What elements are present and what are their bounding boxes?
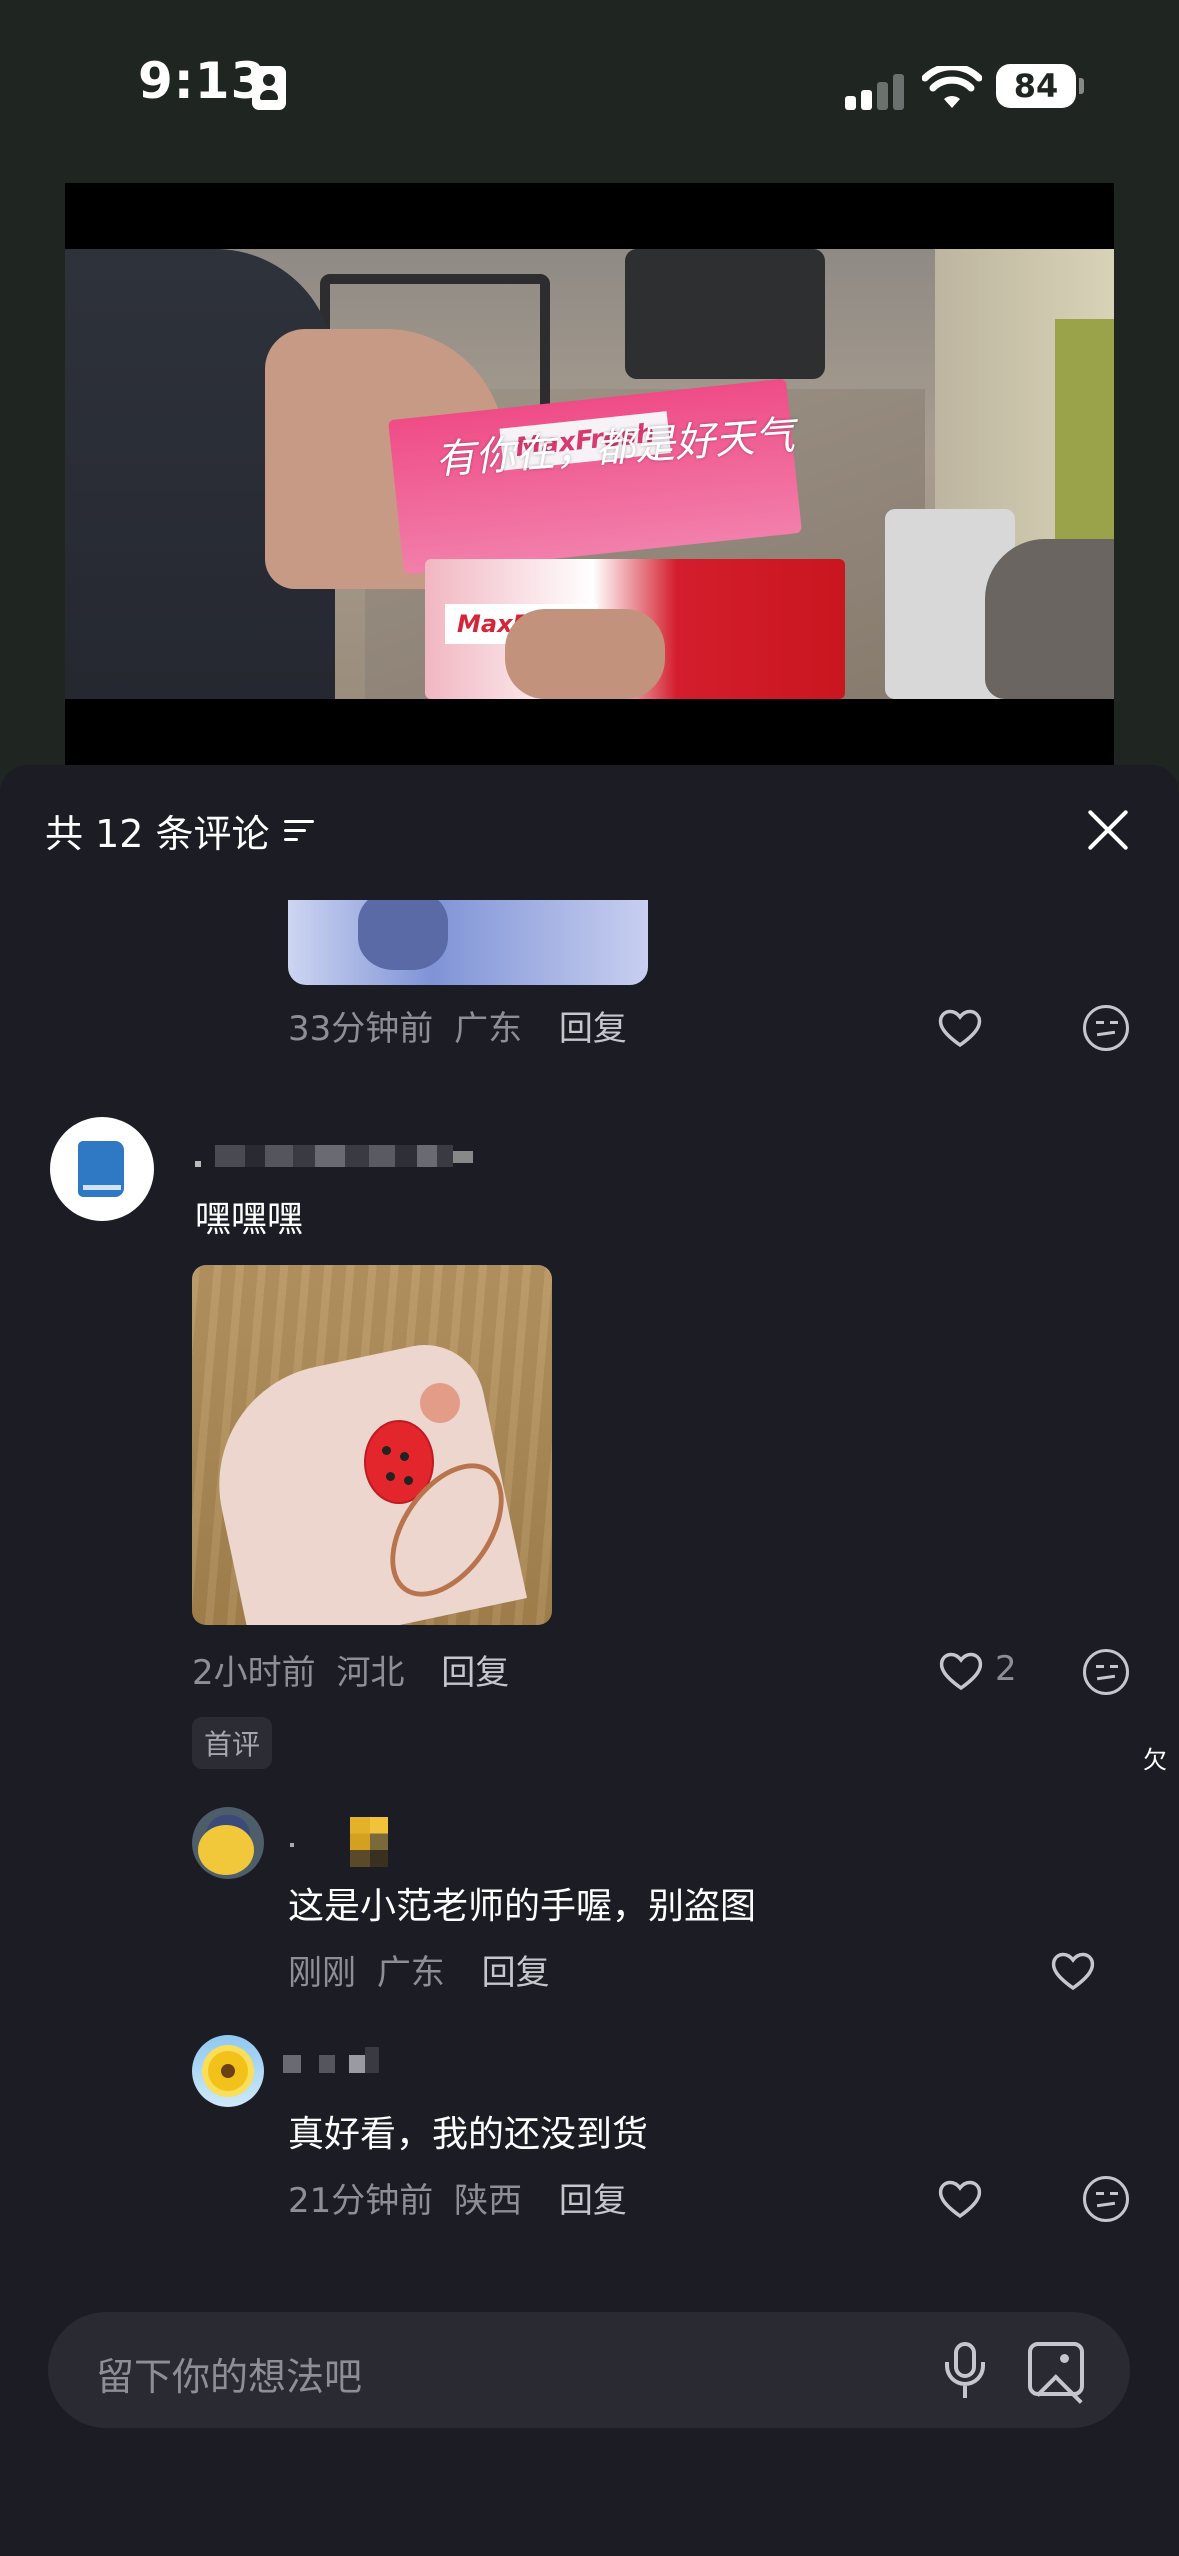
comment-location: 河北	[336, 1653, 405, 1693]
comment-text: 这是小范老师的手喔，别盗图	[288, 1886, 757, 1927]
comment-time: 21分钟前	[288, 2181, 434, 2221]
comment-input-placeholder: 留下你的想法吧	[96, 2355, 363, 2399]
comment-text: 真好看，我的还没到货	[288, 2114, 649, 2155]
heart-icon[interactable]	[1050, 1950, 1096, 1992]
comments-sheet: 共 12 条评论 33分钟前 广东 回复 嘿嘿嘿 2小时前 河北 回复 2 首评…	[0, 765, 1179, 2556]
username-blurred[interactable]	[195, 1145, 473, 1167]
like-count: 2	[995, 1649, 1017, 1689]
heart-icon[interactable]	[938, 1650, 984, 1692]
reply-button[interactable]: 回复	[559, 1009, 627, 1049]
comment-location: 陕西	[454, 2181, 523, 2221]
comment-meta: 21分钟前 陕西 回复	[288, 2173, 627, 2222]
first-comment-badge: 首评	[192, 1717, 273, 1769]
comment-count: 共 12 条评论	[45, 812, 270, 856]
avatar[interactable]	[192, 1807, 264, 1879]
heart-icon[interactable]	[937, 2178, 983, 2220]
image-icon[interactable]	[1028, 2342, 1084, 2396]
comment-meta: 2小时前 河北 回复	[192, 1645, 509, 1694]
comment-input[interactable]: 留下你的想法吧	[48, 2312, 1130, 2428]
microphone-icon[interactable]	[938, 2342, 994, 2402]
battery-tip	[1079, 78, 1084, 94]
username-blurred[interactable]	[290, 1817, 388, 1867]
wifi-icon	[921, 63, 983, 110]
status-time: 9:13	[138, 52, 267, 110]
battery-icon: 84	[996, 64, 1076, 108]
video-player[interactable]: MaxFresh MaxFresh 有你在，都是好天气	[65, 183, 1114, 765]
comment-time: 2小时前	[192, 1653, 316, 1693]
comment-meta: 刚刚 广东 回复	[288, 1945, 550, 1994]
reply-button[interactable]: 回复	[441, 1653, 509, 1693]
comment-image-partial[interactable]	[288, 900, 648, 985]
close-icon[interactable]	[1085, 807, 1131, 853]
filter-icon[interactable]	[283, 816, 318, 846]
comments-header[interactable]: 共 12 条评论	[45, 803, 318, 858]
comment-location: 广东	[454, 1009, 523, 1049]
comment-location: 广东	[376, 1953, 445, 1993]
dislike-icon[interactable]	[1083, 1649, 1129, 1695]
video-frame: MaxFresh MaxFresh 有你在，都是好天气	[65, 249, 1114, 699]
heart-icon[interactable]	[937, 1007, 983, 1049]
status-bar: 9:13 84	[0, 0, 1179, 180]
dislike-icon[interactable]	[1083, 2176, 1129, 2222]
signal-icon	[845, 70, 905, 110]
comment-text: 嘿嘿嘿	[195, 1199, 304, 1240]
reply-button[interactable]: 回复	[559, 2181, 627, 2221]
comment-photo[interactable]	[192, 1265, 552, 1625]
reply-button[interactable]: 回复	[482, 1953, 550, 1993]
comment-time: 33分钟前	[288, 1009, 434, 1049]
username-blurred[interactable]	[283, 2047, 379, 2073]
corner-glyph: 欠	[1143, 1746, 1167, 1774]
avatar[interactable]	[192, 2035, 264, 2107]
dislike-icon[interactable]	[1083, 1005, 1129, 1051]
id-card-icon	[252, 66, 286, 110]
avatar[interactable]	[50, 1117, 154, 1221]
comment-meta: 33分钟前 广东 回复	[288, 1001, 627, 1050]
comment-time: 刚刚	[288, 1953, 356, 1993]
